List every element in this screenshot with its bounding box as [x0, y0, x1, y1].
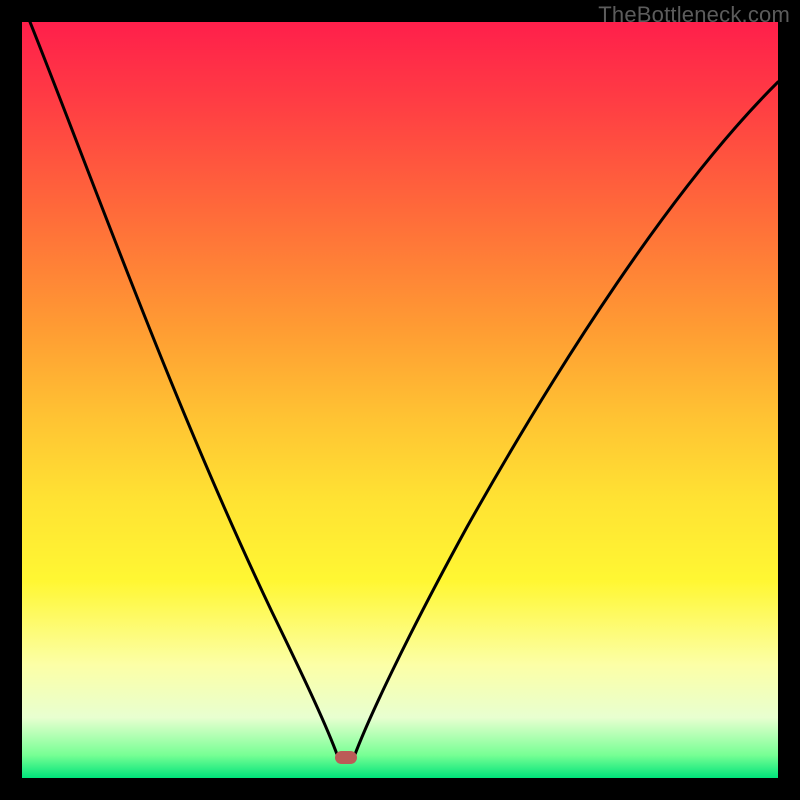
curve-path	[30, 22, 778, 757]
chart-frame	[22, 22, 778, 778]
optimum-marker	[335, 751, 357, 764]
watermark-text: TheBottleneck.com	[598, 2, 790, 28]
bottleneck-curve	[22, 22, 778, 778]
